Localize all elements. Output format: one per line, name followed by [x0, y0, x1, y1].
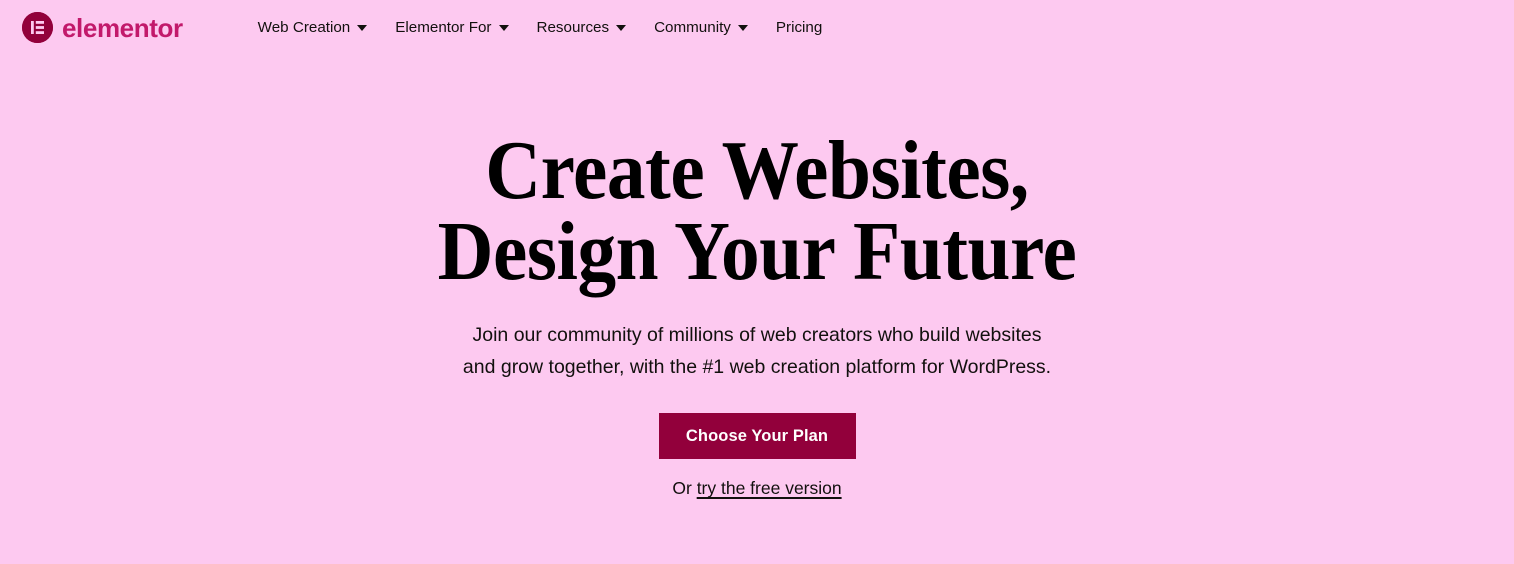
nav-label-elementor-for: Elementor For	[395, 18, 492, 36]
nav-item-web-creation[interactable]: Web Creation	[244, 14, 382, 41]
cta-group: Choose Your Plan Or try the free version	[0, 413, 1514, 498]
nav-label-resources: Resources	[536, 18, 610, 36]
secondary-cta: Or try the free version	[672, 480, 841, 498]
elementor-logo-link[interactable]: elementor	[22, 12, 183, 43]
choose-your-plan-button[interactable]: Choose Your Plan	[658, 413, 856, 460]
nav-item-resources[interactable]: Resources	[523, 14, 641, 41]
page-title-line-1: Create Websites,	[485, 124, 1029, 217]
nav-item-elementor-for[interactable]: Elementor For	[381, 14, 522, 41]
hero-section: Create Websites, Design Your Future Join…	[0, 55, 1514, 498]
chevron-down-icon	[737, 25, 748, 32]
nav-label-community: Community	[654, 18, 731, 36]
try-free-version-link[interactable]: try the free version	[697, 478, 842, 498]
page-title-line-2: Design Your Future	[437, 204, 1077, 298]
hero-subtitle-line-2: and grow together, with the #1 web creat…	[462, 355, 1052, 378]
secondary-cta-prefix: Or	[672, 478, 697, 499]
nav-label-pricing: Pricing	[775, 18, 823, 36]
site-header: elementor Web Creation Elementor For Res…	[0, 0, 1514, 55]
hero-subtitle: Join our community of millions of web cr…	[0, 320, 1514, 383]
nav-item-pricing[interactable]: Pricing	[762, 14, 836, 41]
chevron-down-icon	[498, 25, 509, 32]
elementor-wordmark: elementor	[62, 12, 183, 43]
page-title: Create Websites, Design Your Future	[61, 124, 1454, 298]
main-navigation: Web Creation Elementor For Resources Com…	[244, 14, 837, 41]
nav-label-web-creation: Web Creation	[257, 18, 351, 36]
hero-subtitle-line-1: Join our community of millions of web cr…	[472, 324, 1042, 347]
chevron-down-icon	[616, 25, 627, 32]
elementor-badge-icon	[22, 12, 53, 43]
elementor-landing-page: elementor Web Creation Elementor For Res…	[0, 0, 1514, 564]
nav-item-community[interactable]: Community	[640, 14, 762, 41]
chevron-down-icon	[357, 25, 368, 32]
